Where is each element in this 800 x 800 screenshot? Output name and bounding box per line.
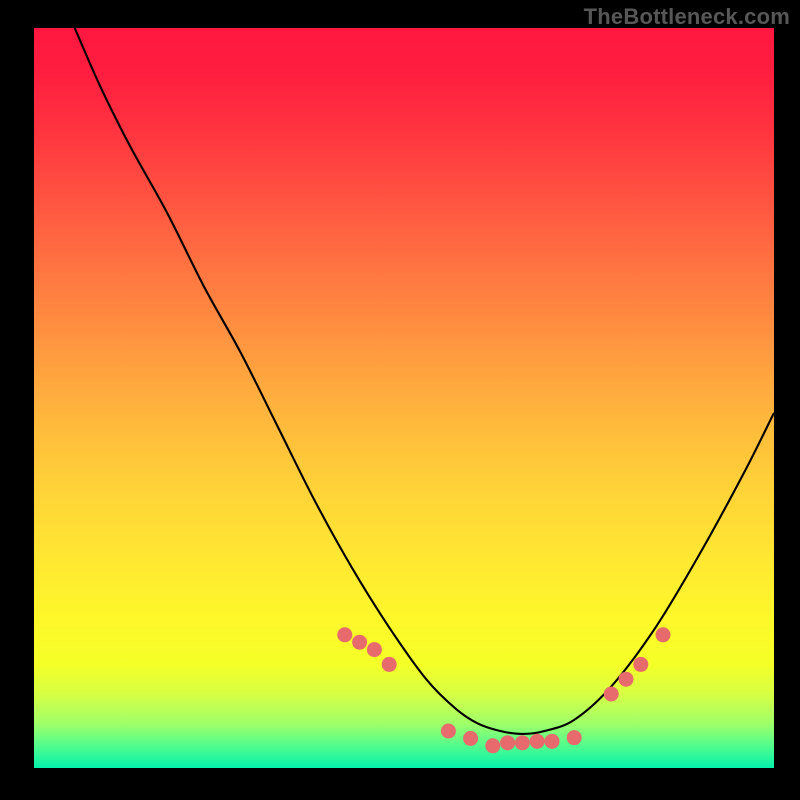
marker-point <box>530 734 545 749</box>
marker-point <box>656 627 671 642</box>
marker-point <box>500 735 515 750</box>
marker-point <box>567 730 582 745</box>
marker-point <box>515 735 530 750</box>
marker-point <box>337 627 352 642</box>
marker-point <box>485 738 500 753</box>
marker-point <box>545 734 560 749</box>
marker-point <box>463 731 478 746</box>
marker-point <box>352 635 367 650</box>
marker-point <box>441 724 456 739</box>
watermark-text: TheBottleneck.com <box>584 4 790 30</box>
marker-points <box>34 28 774 768</box>
marker-point <box>633 657 648 672</box>
plot-area <box>34 28 774 768</box>
marker-point <box>619 672 634 687</box>
marker-point <box>367 642 382 657</box>
marker-point <box>604 687 619 702</box>
chart-stage: TheBottleneck.com <box>0 0 800 800</box>
marker-point <box>382 657 397 672</box>
